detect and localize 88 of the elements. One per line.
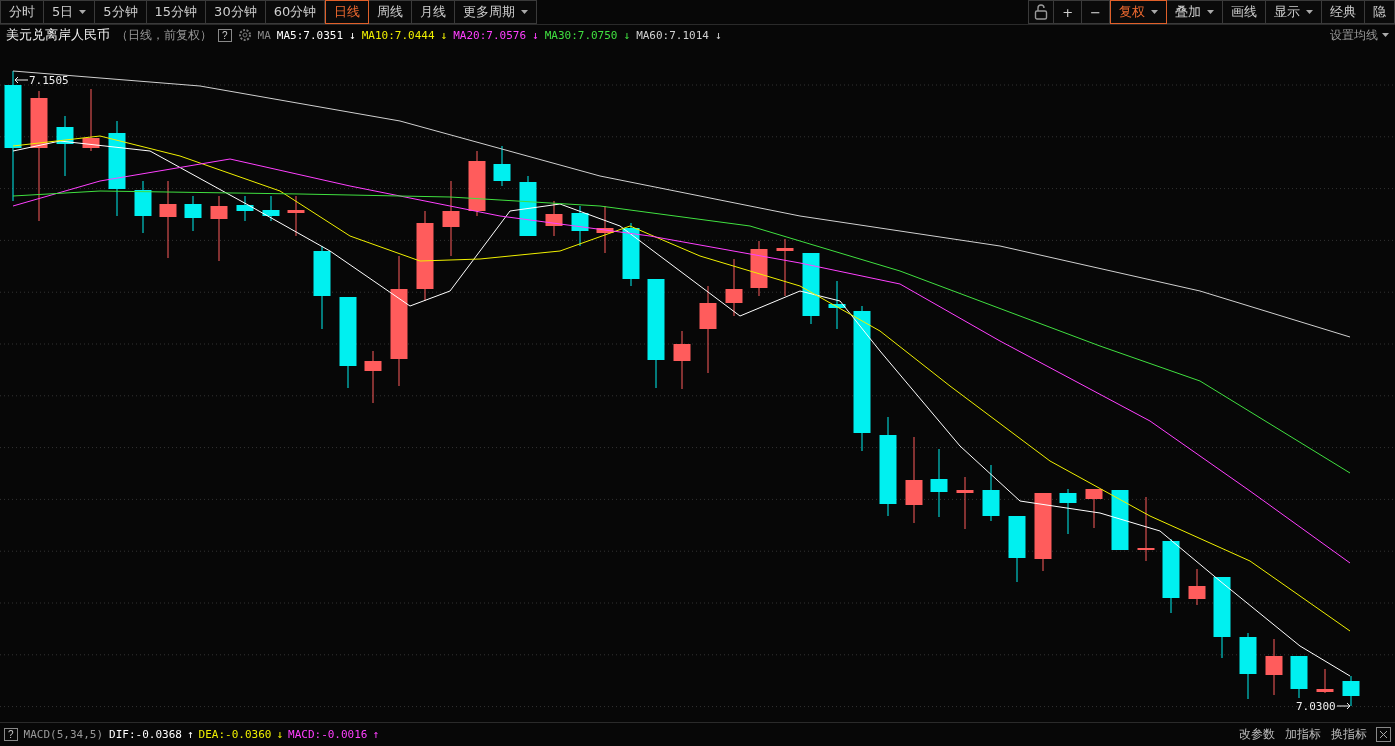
candlestick bbox=[982, 464, 1000, 522]
arrow-icon bbox=[1336, 702, 1351, 711]
ma-settings-button[interactable]: 设置均线 bbox=[1330, 26, 1389, 44]
candlestick bbox=[571, 205, 589, 247]
indicator-value: DIF:-0.0368 bbox=[109, 727, 182, 741]
toolbar-button[interactable]: 显示 bbox=[1266, 0, 1322, 24]
candlestick bbox=[82, 88, 100, 152]
toolbar-button[interactable]: 30分钟 bbox=[206, 0, 266, 24]
ma-value: MA10:7.0444 bbox=[361, 28, 435, 42]
close-icon[interactable] bbox=[1376, 726, 1391, 742]
candlestick bbox=[210, 195, 228, 262]
ma-value: MA20:7.0576 bbox=[453, 28, 526, 42]
indicator-action-button[interactable]: 改参数 bbox=[1236, 725, 1278, 743]
trend-arrow: ↑ bbox=[186, 727, 194, 741]
toolbar-button[interactable]: 月线 bbox=[412, 0, 456, 24]
toolbar-button[interactable]: 更多周期 bbox=[455, 0, 538, 24]
arrow-icon bbox=[14, 76, 28, 85]
trend-arrow: ↑ bbox=[372, 727, 380, 741]
trend-arrow: ↓ bbox=[715, 28, 722, 42]
toolbar-button[interactable]: 复权 bbox=[1110, 0, 1167, 24]
candlestick bbox=[364, 350, 382, 404]
candlestick bbox=[596, 205, 614, 254]
help-button[interactable]: ? bbox=[218, 28, 232, 42]
candlestick bbox=[673, 330, 691, 390]
candlestick bbox=[1085, 488, 1103, 529]
candlestick bbox=[1059, 488, 1077, 535]
chart-subtitle: （日线，前复权） bbox=[116, 26, 212, 44]
candlestick bbox=[1008, 515, 1026, 583]
candlestick bbox=[1188, 568, 1206, 606]
toolbar-button[interactable]: 隐 bbox=[1365, 0, 1395, 24]
toolbar-button[interactable]: 15分钟 bbox=[146, 0, 207, 24]
candlestick bbox=[1290, 655, 1308, 699]
caret-icon bbox=[1382, 33, 1389, 38]
indicator-value: DEA:-0.0360 bbox=[198, 727, 272, 741]
toolbar-button[interactable]: 画线 bbox=[1223, 0, 1266, 24]
toolbar-button[interactable]: 60分钟 bbox=[265, 0, 326, 24]
lock-icon bbox=[1034, 4, 1049, 20]
trend-arrow: ↓ bbox=[276, 727, 283, 741]
candlestick bbox=[828, 280, 846, 330]
candlestick bbox=[1342, 675, 1360, 707]
candlestick bbox=[1111, 489, 1129, 551]
candlestick bbox=[725, 258, 743, 317]
candlestick bbox=[956, 476, 974, 530]
ma-value: MA5:7.0351 bbox=[276, 28, 344, 42]
candlestick bbox=[184, 195, 202, 232]
indicator-action-button[interactable]: 换指标 bbox=[1328, 725, 1370, 743]
candlestick bbox=[56, 115, 74, 177]
indicator-value: MACD:-0.0016 bbox=[288, 727, 368, 741]
lock-button[interactable] bbox=[1028, 0, 1055, 24]
candlestick bbox=[930, 448, 948, 518]
toolbar-button[interactable]: − bbox=[1082, 0, 1110, 24]
trend-arrow: ↓ bbox=[349, 28, 356, 42]
candlestick bbox=[287, 195, 305, 237]
candlestick bbox=[545, 200, 563, 237]
high-price-label: 7.1505 bbox=[29, 73, 69, 87]
candlestick bbox=[1137, 496, 1155, 562]
trend-arrow: ↓ bbox=[440, 28, 448, 42]
toolbar-button[interactable]: 5日 bbox=[44, 0, 96, 24]
toolbar-button[interactable]: + bbox=[1054, 0, 1083, 24]
toolbar-button[interactable]: 日线 bbox=[325, 0, 370, 24]
candlestick bbox=[750, 240, 768, 297]
candlestick bbox=[1265, 638, 1283, 696]
candlestick bbox=[134, 180, 152, 234]
trend-arrow: ↓ bbox=[532, 28, 539, 42]
candlestick bbox=[1316, 668, 1334, 694]
candlestick bbox=[776, 238, 794, 297]
ma-value: MA30:7.0750 bbox=[544, 28, 618, 42]
settings-icon[interactable] bbox=[237, 28, 252, 43]
toolbar-button[interactable]: 叠加 bbox=[1167, 0, 1223, 24]
toolbar-button[interactable]: 经典 bbox=[1322, 0, 1365, 24]
candlestick bbox=[1239, 632, 1257, 700]
candlestick bbox=[519, 175, 537, 237]
candlestick bbox=[262, 195, 280, 222]
trend-arrow: ↓ bbox=[623, 28, 631, 42]
toolbar-button[interactable]: 5分钟 bbox=[95, 0, 147, 24]
indicator-name: MACD(5,34,5) bbox=[23, 727, 104, 741]
toolbar-button[interactable]: 分时 bbox=[0, 0, 44, 24]
help-button[interactable]: ? bbox=[4, 727, 18, 741]
ma-label: MA bbox=[257, 28, 271, 42]
low-price-label: 7.0300 bbox=[1296, 699, 1336, 713]
candlestick bbox=[622, 222, 640, 287]
candlestick bbox=[493, 145, 511, 187]
toolbar-button[interactable]: 周线 bbox=[369, 0, 413, 24]
ma-value: MA60:7.1014 bbox=[636, 28, 709, 42]
symbol-title: 美元兑离岸人民币 bbox=[6, 26, 110, 45]
candlestick bbox=[236, 195, 254, 222]
indicator-action-button[interactable]: 加指标 bbox=[1282, 725, 1324, 743]
candlestick bbox=[468, 150, 486, 217]
